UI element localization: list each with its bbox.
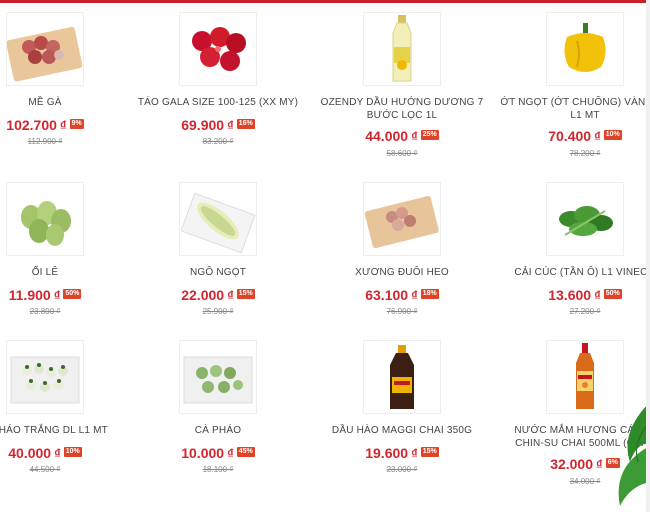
old-price: 25.900 ₫ <box>202 307 234 316</box>
product-name[interactable]: CÀ PHÁO <box>133 424 303 437</box>
product-name[interactable]: XƯƠNG ĐUÔI HEO <box>317 266 487 279</box>
price-row: 10.000 ₫ 45% <box>133 445 303 462</box>
product-card-tao-gala[interactable]: TÁO GALA SIZE 100-125 (XX MY) 69.900 ₫ 16… <box>133 0 303 165</box>
sale-price: 63.100 ₫ <box>365 287 418 303</box>
discount-badge: 16% <box>236 119 255 129</box>
price-row: 44.000 ₫ 25% <box>317 128 487 145</box>
product-name[interactable]: MỀ GÀ <box>0 96 130 109</box>
product-name[interactable]: DẦU HÀO MAGGI CHAI 350G <box>317 424 487 437</box>
product-card-ca-phao[interactable]: CÀ PHÁO 10.000 ₫ 45% 18.100 ₫ <box>133 328 303 493</box>
scrollbar[interactable] <box>646 0 650 512</box>
old-price: 23.000 ₫ <box>386 465 418 474</box>
sale-price: 11.900 ₫ <box>8 287 61 303</box>
sale-price: 13.600 ₫ <box>548 287 601 303</box>
leaf-decoration-icon <box>618 402 650 506</box>
product-name[interactable]: ỔI LÊ <box>0 266 130 279</box>
discount-badge: 50% <box>603 289 622 299</box>
discount-badge: 25% <box>420 130 439 140</box>
price-row: 19.600 ₫ 15% <box>317 445 487 462</box>
sale-price: 102.700 ₫ <box>6 117 67 133</box>
sale-price: 44.000 ₫ <box>365 128 418 144</box>
pork-tail-bone-image[interactable] <box>363 182 441 256</box>
oyster-sauce-bottle-image[interactable] <box>363 340 441 414</box>
sale-price: 22.000 ₫ <box>181 287 234 303</box>
product-name[interactable]: À PHÁO TRẮNG DL L1 MT <box>0 424 130 437</box>
sale-price: 70.400 ₫ <box>548 128 601 144</box>
old-price: 78.200 ₫ <box>569 149 601 158</box>
product-card-oi-le[interactable]: ỔI LÊ 11.900 ₫ 50% 23.800 ₫ <box>0 170 130 335</box>
sale-price: 10.000 ₫ <box>181 445 234 461</box>
chrysanthemum-greens-image[interactable] <box>546 182 624 256</box>
product-card-me-ga[interactable]: MỀ GÀ 102.700 ₫ 9% 112.900 ₫ <box>0 0 130 165</box>
discount-badge: 45% <box>236 447 255 457</box>
product-card-dau-hao-maggi[interactable]: DẦU HÀO MAGGI CHAI 350G 19.600 ₫ 15% 23.0… <box>317 328 487 493</box>
price-row: 69.900 ₫ 16% <box>133 117 303 134</box>
discount-badge: 15% <box>236 289 255 299</box>
product-card-cai-cuc[interactable]: CẢI CÚC (TẦN Ô) L1 VINECO 13.600 ₫ 50% 27… <box>500 170 650 335</box>
product-name[interactable]: CẢI CÚC (TẦN Ô) L1 VINECO <box>500 266 650 279</box>
sweet-corn-image[interactable] <box>179 182 257 256</box>
sunflower-oil-bottle-image[interactable] <box>363 12 441 86</box>
chicken-gizzard-image[interactable] <box>6 12 84 86</box>
price-row: 13.600 ₫ 50% <box>500 287 650 304</box>
sale-price: 69.900 ₫ <box>181 117 234 133</box>
price-row: 11.900 ₫ 50% <box>0 287 130 304</box>
white-eggplant-image[interactable] <box>6 340 84 414</box>
discount-badge: 10% <box>63 447 82 457</box>
product-name[interactable]: OZENDY DẦU HƯỚNG DƯƠNG 7 BƯỚC LỌC 1L <box>317 96 487 122</box>
old-price: 58.600 ₫ <box>386 149 418 158</box>
old-price: 27.200 ₫ <box>569 307 601 316</box>
old-price: 83.200 ₫ <box>202 137 234 146</box>
green-eggplant-image[interactable] <box>179 340 257 414</box>
old-price: 18.100 ₫ <box>202 465 234 474</box>
old-price: 23.800 ₫ <box>29 307 61 316</box>
sale-price: 32.000 ₫ <box>550 456 603 472</box>
old-price: 44.500 ₫ <box>29 465 61 474</box>
red-apples-image[interactable] <box>179 12 257 86</box>
price-row: 63.100 ₫ 18% <box>317 287 487 304</box>
price-row: 102.700 ₫ 9% <box>0 117 130 134</box>
product-card-xuong-duoi-heo[interactable]: XƯƠNG ĐUÔI HEO 63.100 ₫ 18% 76.900 ₫ <box>317 170 487 335</box>
old-price: 76.900 ₫ <box>386 307 418 316</box>
product-grid: MỀ GÀ 102.700 ₫ 9% 112.900 ₫ TÁO GALA SIZ… <box>0 0 650 512</box>
product-name[interactable]: TÁO GALA SIZE 100-125 (XX MY) <box>133 96 303 109</box>
price-row: 40.000 ₫ 10% <box>0 445 130 462</box>
product-card-ngo-ngot[interactable]: NGÔ NGỌT 22.000 ₫ 15% 25.900 ₫ <box>133 170 303 335</box>
price-row: 70.400 ₫ 10% <box>500 128 650 145</box>
discount-badge: 15% <box>420 447 439 457</box>
product-name[interactable]: NGÔ NGỌT <box>133 266 303 279</box>
old-price: 112.900 ₫ <box>27 137 63 146</box>
discount-badge: 50% <box>63 289 82 299</box>
product-card-ozendy-oil[interactable]: OZENDY DẦU HƯỚNG DƯƠNG 7 BƯỚC LỌC 1L 44.… <box>317 0 487 165</box>
yellow-bell-pepper-image[interactable] <box>546 12 624 86</box>
discount-badge: 10% <box>603 130 622 140</box>
product-card-ot-ngot[interactable]: ỚT NGỌT (ỚT CHUÔNG) VÀNG DL L1 MT 70.400… <box>500 0 650 165</box>
price-row: 22.000 ₫ 15% <box>133 287 303 304</box>
discount-badge: 9% <box>69 119 84 129</box>
discount-badge: 18% <box>420 289 439 299</box>
product-name[interactable]: ỚT NGỌT (ỚT CHUÔNG) VÀNG DL L1 MT <box>500 96 650 122</box>
guava-image[interactable] <box>6 182 84 256</box>
sale-price: 40.000 ₫ <box>8 445 61 461</box>
product-card-ca-phao-trang[interactable]: À PHÁO TRẮNG DL L1 MT 40.000₫ 10% 44.500… <box>0 328 130 493</box>
sale-price: 19.600 ₫ <box>365 445 418 461</box>
